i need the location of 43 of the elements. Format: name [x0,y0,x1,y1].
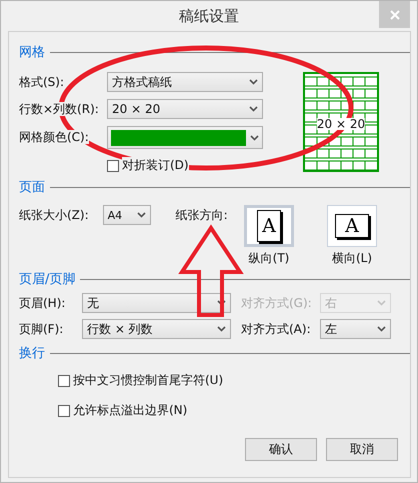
field-label: 页眉(H): [19,294,66,312]
checkbox[interactable] [58,374,70,386]
orientation-label: 横向(L) [332,250,372,267]
dropdown[interactable]: 无 [82,293,231,313]
checkbox-label: 允许标点溢出边界(N) [73,402,188,419]
checkbox[interactable] [58,404,70,416]
dropdown[interactable]: 20 × 20 [107,99,263,119]
field-label: 纸张大小(Z): [19,207,90,224]
dropdown[interactable]: 方格式稿纸 [107,72,263,92]
section-title: 网格 [19,44,45,61]
chevron-icon [377,300,386,306]
dialog-button[interactable]: 取消 [326,438,398,461]
field-label: 网格颜色(C): [19,129,90,146]
dropdown[interactable]: 左 [320,319,391,339]
field-label: 对齐方式(A): [241,320,312,338]
section-title: 页眉/页脚 [19,271,76,288]
section-title: 页面 [19,179,45,196]
preview-label: 20 × 20 [316,118,366,130]
window-title: 稿纸设置 [179,6,239,26]
chevron-icon [249,106,258,112]
chevron-icon [136,212,146,218]
checkbox[interactable] [107,160,119,172]
chevron-icon [377,326,386,332]
field-label: 页脚(F): [19,320,64,338]
chevron-icon [250,134,259,140]
chevron-icon [249,79,258,85]
field-label: 格式(S): [19,74,66,90]
orientation-button[interactable]: A [244,205,294,247]
dialog-button[interactable]: 确认 [245,438,317,461]
field-label: 行数×列数(R): [19,100,100,118]
field-label: 纸张方向: [176,207,229,224]
close-icon [390,10,400,20]
checkbox-label: 按中文习惯控制首尾字符(U) [73,372,224,389]
chevron-icon [217,300,226,306]
orientation-button[interactable]: A [327,205,377,247]
section-title: 换行 [19,345,45,362]
dropdown[interactable]: A4 [102,205,151,225]
field-label: 对齐方式(G): [241,294,313,312]
checkbox-label: 对折装订(D) [122,157,189,174]
dropdown[interactable]: 行数 × 列数 [82,319,231,339]
color-dropdown[interactable] [107,126,263,149]
orientation-label: 纵向(T) [248,250,290,267]
chevron-icon [217,326,226,332]
